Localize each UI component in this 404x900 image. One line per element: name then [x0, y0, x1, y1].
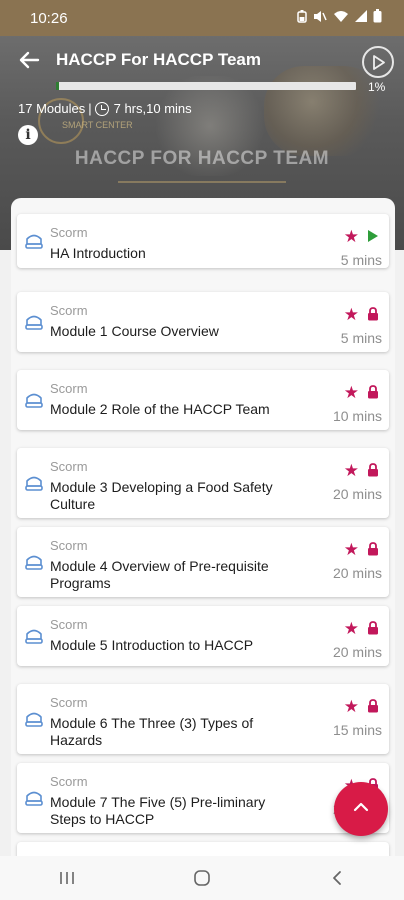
module-title: Module 3 Developing a Food Safety Cultur…: [50, 479, 273, 512]
play-circle-icon[interactable]: [362, 46, 394, 78]
mute-icon: [313, 10, 327, 27]
play-icon[interactable]: [367, 229, 379, 243]
lock-icon: [367, 542, 379, 556]
status-time: 10:26: [30, 9, 68, 27]
hero-decoration: [264, 66, 384, 156]
course-duration: 7 hrs,10 mins: [113, 101, 192, 116]
home-icon: [194, 870, 210, 886]
module-title: Module 7 The Five (5) Pre-liminary Steps…: [50, 794, 266, 827]
module-type: Scorm: [50, 538, 88, 553]
module-title: HA Introduction: [50, 245, 146, 261]
scorm-hat-icon: [24, 626, 44, 646]
lock-icon: [367, 463, 379, 477]
page-title: HACCP For HACCP Team: [56, 50, 261, 69]
module-card[interactable]: Scorm Module 2 Role of the HACCP Team ★ 10 …: [17, 370, 389, 430]
module-duration: 5 mins: [340, 330, 382, 346]
course-logo-text: SMART CENTER: [62, 120, 133, 130]
lock-icon: [367, 699, 379, 713]
module-type: Scorm: [50, 303, 88, 318]
status-bar: 10:26: [0, 0, 404, 36]
module-card[interactable]: Scorm Module 7 The Five (5) Pre-liminary …: [17, 763, 389, 833]
module-card[interactable]: Scorm Module 4 Overview of Pre-requisite …: [17, 527, 389, 597]
recent-apps-button[interactable]: [0, 856, 135, 900]
star-icon[interactable]: ★: [344, 541, 359, 558]
course-banner-title: HACCP FOR HACCP TEAM: [74, 148, 330, 169]
scorm-hat-icon: [24, 390, 44, 410]
scorm-hat-icon: [24, 552, 44, 572]
star-icon[interactable]: ★: [344, 698, 359, 715]
module-type: Scorm: [50, 695, 88, 710]
battery-saver-icon: [297, 9, 307, 27]
module-card[interactable]: Scorm Module 1 Course Overview ★ 5 mins: [17, 292, 389, 352]
module-duration: 20 mins: [332, 565, 382, 581]
chevron-up-icon: [353, 802, 369, 812]
banner-underline: [118, 181, 286, 183]
clock-icon: [94, 101, 109, 116]
scroll-top-button[interactable]: [334, 782, 388, 836]
wifi-icon: [333, 10, 349, 27]
scorm-hat-icon: [24, 788, 44, 808]
module-duration: 15 mins: [332, 722, 382, 738]
signal-icon: [355, 9, 367, 27]
star-icon[interactable]: ★: [344, 306, 359, 323]
star-icon[interactable]: ★: [344, 384, 359, 401]
module-duration: 20 mins: [332, 486, 382, 502]
star-icon[interactable]: ★: [344, 462, 359, 479]
module-duration: 20 mins: [332, 644, 382, 660]
module-card[interactable]: Scorm Module 3 Developing a Food Safety C…: [17, 448, 389, 518]
scorm-hat-icon: [24, 231, 44, 251]
module-type: Scorm: [50, 225, 88, 240]
module-type: Scorm: [50, 774, 88, 789]
lock-icon: [367, 307, 379, 321]
scorm-hat-icon: [24, 709, 44, 729]
course-meta: 17 Modules | 7 hrs,10 mins: [18, 101, 192, 116]
module-title: Module 2 Role of the HACCP Team: [50, 401, 270, 417]
module-card[interactable]: Scorm HA Introduction ★ 5 mins: [17, 214, 389, 268]
module-title: Module 4 Overview of Pre-requisite Progr…: [50, 558, 269, 591]
module-type: Scorm: [50, 617, 88, 632]
modules-count: 17 Modules: [18, 101, 86, 116]
module-list[interactable]: Scorm HA Introduction ★ 5 mins Scorm Module 1…: [11, 198, 395, 858]
scorm-hat-icon: [24, 312, 44, 332]
star-icon[interactable]: ★: [344, 228, 359, 245]
back-chevron-icon: [332, 871, 341, 885]
course-progress-bar: [56, 82, 356, 90]
star-icon[interactable]: ★: [344, 620, 359, 637]
module-title: Module 1 Course Overview: [50, 323, 219, 339]
meta-separator: |: [88, 101, 92, 116]
home-button[interactable]: [135, 856, 270, 900]
info-icon[interactable]: i: [18, 125, 38, 145]
module-card[interactable]: Scorm Module 5 Introduction to HACCP ★ 20 m…: [17, 606, 389, 666]
module-duration: 5 mins: [340, 252, 382, 268]
module-card[interactable]: Scorm Module 6 The Three (3) Types of Haz…: [17, 684, 389, 754]
lock-icon: [367, 385, 379, 399]
back-button[interactable]: [269, 856, 404, 900]
module-type: Scorm: [50, 459, 88, 474]
course-progress-label: 1%: [368, 80, 386, 94]
recent-apps-icon: [60, 872, 75, 884]
module-type: Scorm: [50, 381, 88, 396]
course-progress-fill: [56, 82, 59, 90]
scorm-hat-icon: [24, 473, 44, 493]
battery-icon: [373, 9, 382, 27]
system-nav-bar: [0, 856, 404, 900]
module-title: Module 6 The Three (3) Types of Hazards: [50, 715, 254, 748]
status-icons: [297, 9, 382, 27]
arrow-left-icon[interactable]: [18, 49, 40, 71]
module-duration: 10 mins: [332, 408, 382, 424]
lock-icon: [367, 621, 379, 635]
module-title: Module 5 Introduction to HACCP: [50, 637, 254, 653]
